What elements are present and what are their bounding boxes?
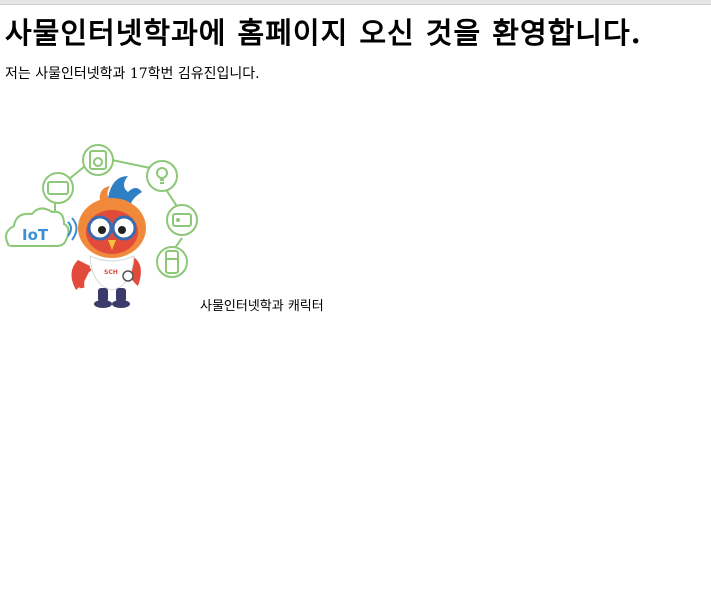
browser-top-border bbox=[0, 0, 711, 5]
tv-icon bbox=[42, 172, 74, 204]
intro-text: 저는 사물인터넷학과 17학번 김유진입니다. bbox=[5, 66, 260, 82]
radio-icon bbox=[166, 204, 198, 236]
page-title: 사물인터넷학과에 홈페이지 오신 것을 환영합니다. bbox=[5, 16, 642, 50]
washing-machine-icon bbox=[82, 144, 114, 176]
owl-mascot: SCH bbox=[71, 176, 146, 308]
image-caption: 사물인터넷학과 캐릭터 bbox=[200, 299, 324, 314]
svg-text:SCH: SCH bbox=[104, 269, 118, 276]
light-bulb-icon bbox=[146, 160, 178, 192]
iot-mascot-image: IoT SCH bbox=[0, 140, 200, 312]
svg-text:IoT: IoT bbox=[22, 226, 49, 244]
iot-cloud-icon: IoT bbox=[5, 207, 78, 247]
refrigerator-icon bbox=[156, 246, 188, 278]
